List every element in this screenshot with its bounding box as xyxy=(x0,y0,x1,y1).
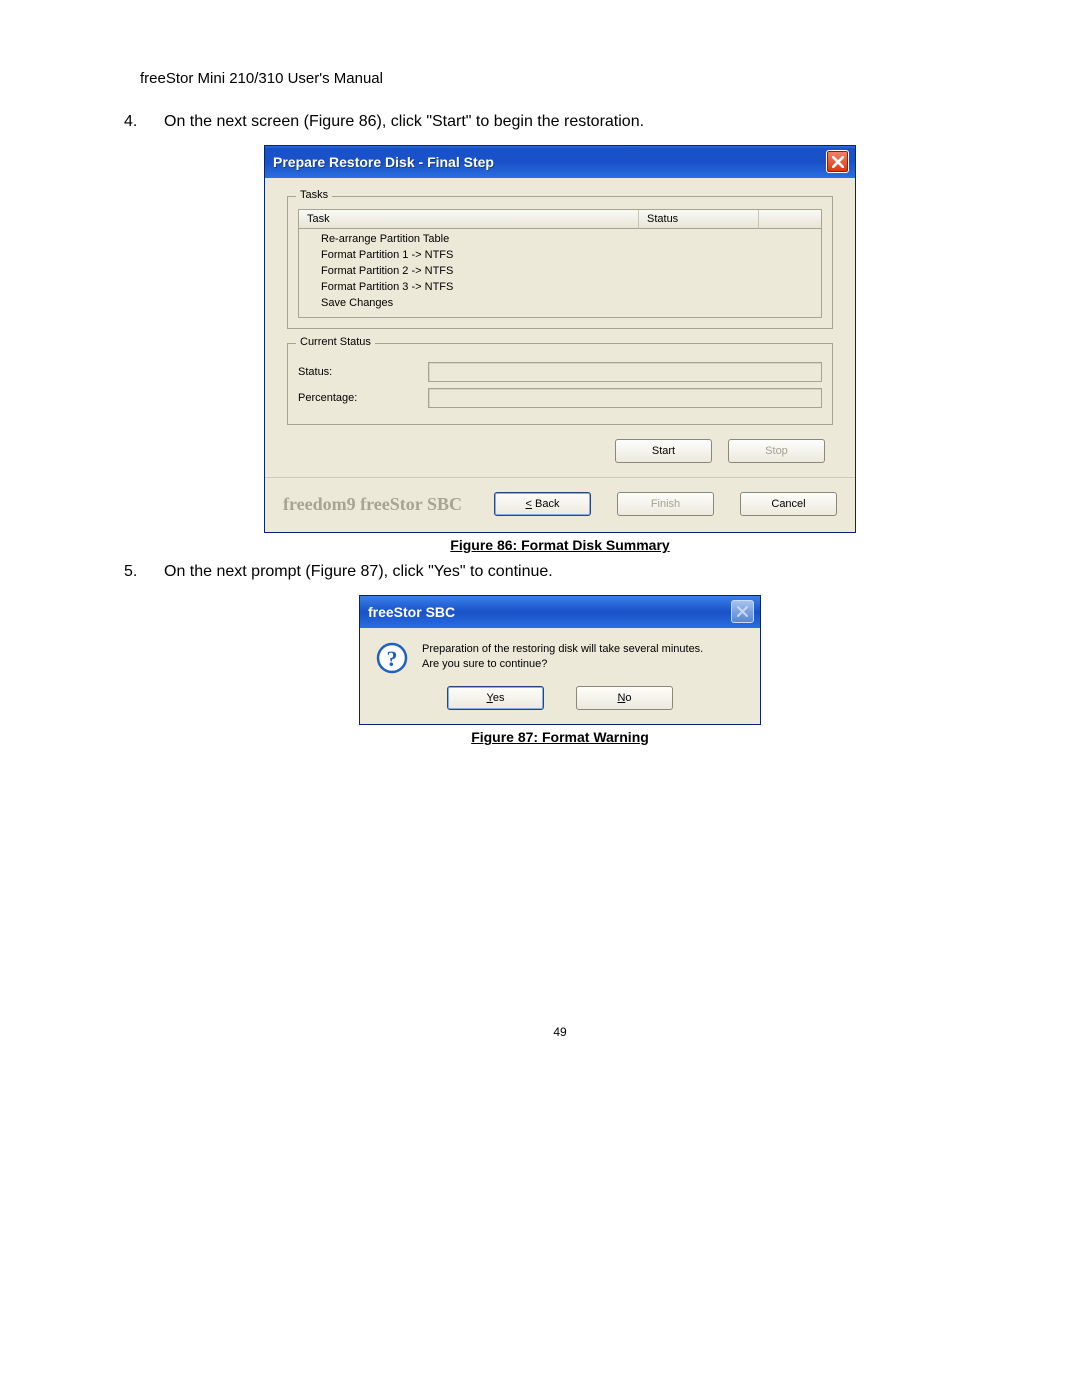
back-button[interactable]: < Back xyxy=(494,492,591,516)
status-label: Status: xyxy=(298,366,428,378)
step-4: 4.On the next screen (Figure 86), click … xyxy=(164,113,980,131)
doc-header: freeStor Mini 210/310 User's Manual xyxy=(140,70,980,87)
close-icon[interactable] xyxy=(731,600,754,623)
page-number: 49 xyxy=(140,1025,980,1039)
percentage-field xyxy=(428,388,822,408)
percentage-label: Percentage: xyxy=(298,392,428,404)
current-status-groupbox: Current Status Status: Percentage: xyxy=(287,343,833,425)
figure87-caption: Figure 87: Format Warning xyxy=(140,729,980,745)
task-row[interactable]: Format Partition 1 -> NTFS xyxy=(299,247,821,263)
col-task-header[interactable]: Task xyxy=(299,210,639,229)
titlebar[interactable]: freeStor SBC xyxy=(360,596,760,628)
task-row[interactable]: Format Partition 3 -> NTFS xyxy=(299,279,821,295)
message-text: Preparation of the restoring disk will t… xyxy=(422,642,703,672)
dialog-freestor-sbc: freeStor SBC ? Preparation of the restor… xyxy=(359,595,761,725)
step-5: 5.On the next prompt (Figure 87), click … xyxy=(164,563,980,581)
figure86-caption: Figure 86: Format Disk Summary xyxy=(140,537,980,553)
yes-button[interactable]: Yes xyxy=(447,686,544,710)
task-row[interactable]: Format Partition 2 -> NTFS xyxy=(299,263,821,279)
tasks-table: Task Status Re-arrange Partition Table F… xyxy=(298,209,822,318)
stop-button: Stop xyxy=(728,439,825,463)
task-row[interactable]: Re-arrange Partition Table xyxy=(299,231,821,247)
close-icon[interactable] xyxy=(826,150,849,173)
tasks-legend: Tasks xyxy=(296,189,332,201)
task-row[interactable]: Save Changes xyxy=(299,295,821,311)
current-status-legend: Current Status xyxy=(296,336,375,348)
no-button[interactable]: No xyxy=(576,686,673,710)
col-status-header[interactable]: Status xyxy=(639,210,759,229)
status-field xyxy=(428,362,822,382)
question-icon: ? xyxy=(376,642,408,674)
titlebar[interactable]: Prepare Restore Disk - Final Step xyxy=(265,146,855,178)
svg-text:?: ? xyxy=(387,646,398,671)
tasks-groupbox: Tasks Task Status Re-arrange Partition T… xyxy=(287,196,833,329)
start-button[interactable]: Start xyxy=(615,439,712,463)
titlebar-text: freeStor SBC xyxy=(368,604,455,620)
col-spare-header xyxy=(759,210,821,229)
cancel-button[interactable]: Cancel xyxy=(740,492,837,516)
finish-button: Finish xyxy=(617,492,714,516)
dialog-prepare-restore: Prepare Restore Disk - Final Step Tasks … xyxy=(264,145,856,533)
titlebar-text: Prepare Restore Disk - Final Step xyxy=(273,154,494,170)
brand-text: freedom9 freeStor SBC xyxy=(283,494,462,515)
